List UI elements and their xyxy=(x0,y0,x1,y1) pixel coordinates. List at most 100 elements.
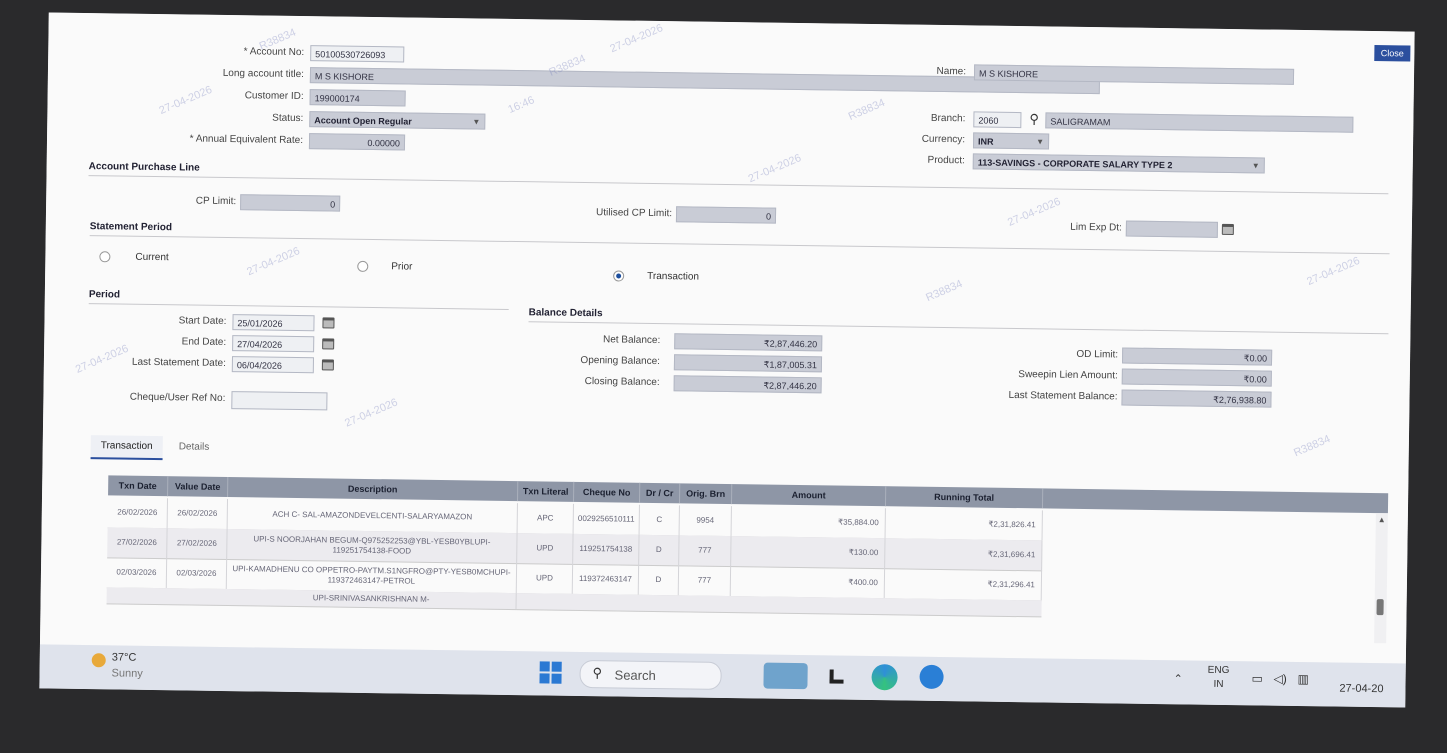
search-icon[interactable]: ⚲ xyxy=(1029,111,1039,127)
col-txn-literal[interactable]: Txn Literal xyxy=(518,481,575,502)
cell-orig-brn: 777 xyxy=(678,565,732,597)
last-statement-date-label: Last Statement Date: xyxy=(131,356,226,370)
cell-running-total: ₹2,31,296.41 xyxy=(884,568,1043,601)
product-label: Product: xyxy=(927,154,965,167)
weather-status[interactable]: Sunny xyxy=(111,667,142,679)
closing-balance-field: ₹2,87,446.20 xyxy=(673,375,822,394)
cell-description: UPI-SRINIVASANKRISHNAN M- xyxy=(226,589,517,610)
start-date-field[interactable]: 25/01/2026 xyxy=(232,314,315,332)
radio-prior-label: Prior xyxy=(391,261,413,273)
radio-prior[interactable] xyxy=(357,260,369,272)
calendar-icon[interactable] xyxy=(322,338,335,350)
cell-txn-date: 27/02/2026 xyxy=(107,527,168,559)
clock-date[interactable]: 27-04-20 xyxy=(1339,683,1383,696)
cell-cheque-no: 0029256510111 xyxy=(573,503,640,535)
col-running-total[interactable]: Running Total xyxy=(885,486,1044,509)
net-balance-label: Net Balance: xyxy=(602,334,661,347)
language-eng[interactable]: ENG xyxy=(1208,665,1230,676)
status-select[interactable]: Account Open Regular ▼ xyxy=(309,111,486,130)
account-no-label: * Account No: xyxy=(243,46,305,59)
file-explorer-icon[interactable] xyxy=(829,669,844,684)
cell-amount: ₹130.00 xyxy=(731,536,886,569)
sweepin-lien-label: Sweepin Lien Amount: xyxy=(1018,369,1118,382)
currency-label: Currency: xyxy=(921,133,966,146)
calendar-icon[interactable] xyxy=(321,359,334,371)
radio-transaction[interactable] xyxy=(613,270,625,282)
close-button[interactable]: Close xyxy=(1374,45,1411,62)
annual-rate-field[interactable]: 0.00000 xyxy=(308,133,406,151)
edge-browser-icon[interactable] xyxy=(871,664,898,691)
calendar-icon[interactable] xyxy=(322,317,335,329)
cell-running-total: ₹2,31,696.41 xyxy=(885,538,1043,571)
customer-id-field[interactable]: 199000174 xyxy=(309,89,406,107)
currency-select[interactable]: INR ▼ xyxy=(972,132,1050,150)
table-scrollbar[interactable]: ▲ xyxy=(1374,513,1388,644)
start-date-label: Start Date: xyxy=(178,315,227,328)
chevron-down-icon: ▼ xyxy=(472,117,481,127)
cell-description: UPI-KAMADHENU CO OPPETRO-PAYTM.S1NGFRO@P… xyxy=(226,559,518,594)
cell-txn-date: 26/02/2026 xyxy=(107,497,169,529)
cell-amount: ₹35,884.00 xyxy=(731,506,886,539)
watermark-time: 16:46 xyxy=(506,94,537,117)
product-select[interactable]: 113-SAVINGS - CORPORATE SALARY TYPE 2 ▼ xyxy=(972,153,1265,174)
watermark-date: 27-04-2026 xyxy=(157,83,214,118)
col-orig-brn[interactable]: Orig. Brn xyxy=(679,483,733,505)
net-balance-field: ₹2,87,446.20 xyxy=(674,333,823,352)
last-statement-date-field[interactable]: 06/04/2026 xyxy=(231,356,314,374)
network-icon[interactable]: ▭ xyxy=(1252,671,1264,685)
col-value-date[interactable]: Value Date xyxy=(168,476,229,498)
lim-exp-field[interactable] xyxy=(1125,220,1218,238)
radio-current[interactable] xyxy=(99,251,111,263)
col-cheque-no[interactable]: Cheque No xyxy=(574,481,641,503)
cell-value-date: 26/02/2026 xyxy=(167,498,229,530)
opening-balance-label: Opening Balance: xyxy=(580,354,661,368)
col-amount[interactable]: Amount xyxy=(731,484,887,507)
col-description[interactable]: Description xyxy=(228,477,519,502)
watermark-date: 27-04-2026 xyxy=(343,396,400,430)
account-inquiry-window: Close * Account No: 50100530726093 Long … xyxy=(39,12,1415,664)
annual-rate-label: * Annual Equivalent Rate: xyxy=(189,133,304,147)
status-value: Account Open Regular xyxy=(314,115,412,127)
chevron-up-icon[interactable]: ⌃ xyxy=(1174,672,1183,685)
product-value: 113-SAVINGS - CORPORATE SALARY TYPE 2 xyxy=(977,157,1173,171)
widget-app-icon[interactable] xyxy=(763,662,808,690)
windows-logo-tile xyxy=(539,661,550,672)
start-menu-icon[interactable] xyxy=(539,661,562,684)
tab-transaction[interactable]: Transaction xyxy=(90,435,163,461)
utilised-cp-label: Utilised CP Limit: xyxy=(596,207,673,220)
cell-dr-cr: D xyxy=(639,534,680,566)
closing-balance-label: Closing Balance: xyxy=(584,376,660,389)
taskbar-search[interactable]: ⚲ Search xyxy=(579,659,722,690)
volume-icon[interactable]: ◁) xyxy=(1274,672,1287,686)
col-txn-date[interactable]: Txn Date xyxy=(108,475,169,497)
chevron-down-icon: ▼ xyxy=(1251,161,1260,171)
battery-icon[interactable]: ▥ xyxy=(1298,672,1310,686)
cell-cheque-no: 119251754138 xyxy=(573,533,640,565)
tab-details[interactable]: Details xyxy=(169,436,220,459)
cell-dr-cr: C xyxy=(639,504,680,536)
cheque-ref-input[interactable] xyxy=(231,391,328,411)
col-dr-cr[interactable]: Dr / Cr xyxy=(639,482,681,504)
cell-running-total: ₹2,31,826.41 xyxy=(885,508,1043,541)
end-date-field[interactable]: 27/04/2026 xyxy=(232,335,315,353)
app-s-icon[interactable] xyxy=(919,664,944,690)
calendar-icon[interactable] xyxy=(1221,223,1234,236)
end-date-label: End Date: xyxy=(181,336,227,349)
cell-txn-literal: UPD xyxy=(516,563,574,594)
name-label: Name: xyxy=(936,65,967,78)
weather-temp[interactable]: 37°C xyxy=(112,651,137,663)
watermark-id: R38834 xyxy=(1292,433,1333,460)
cp-limit-field[interactable]: 0 xyxy=(240,194,341,212)
purchase-line-section: Account Purchase Line xyxy=(88,161,200,174)
cp-limit-label: CP Limit: xyxy=(195,195,237,208)
last-statement-balance-label: Last Statement Balance: xyxy=(1008,389,1118,403)
cell-txn-literal: APC xyxy=(517,503,574,534)
account-no-field[interactable]: 50100530726093 xyxy=(310,45,405,63)
language-in[interactable]: IN xyxy=(1213,679,1223,690)
od-limit-field: ₹0.00 xyxy=(1121,347,1273,366)
scrollbar-thumb[interactable] xyxy=(1376,599,1384,616)
status-label: Status: xyxy=(272,112,304,125)
watermark-date: 27-04-2026 xyxy=(608,22,665,56)
branch-code-field[interactable]: 2060 xyxy=(973,111,1022,129)
scroll-up-icon[interactable]: ▲ xyxy=(1378,515,1386,524)
